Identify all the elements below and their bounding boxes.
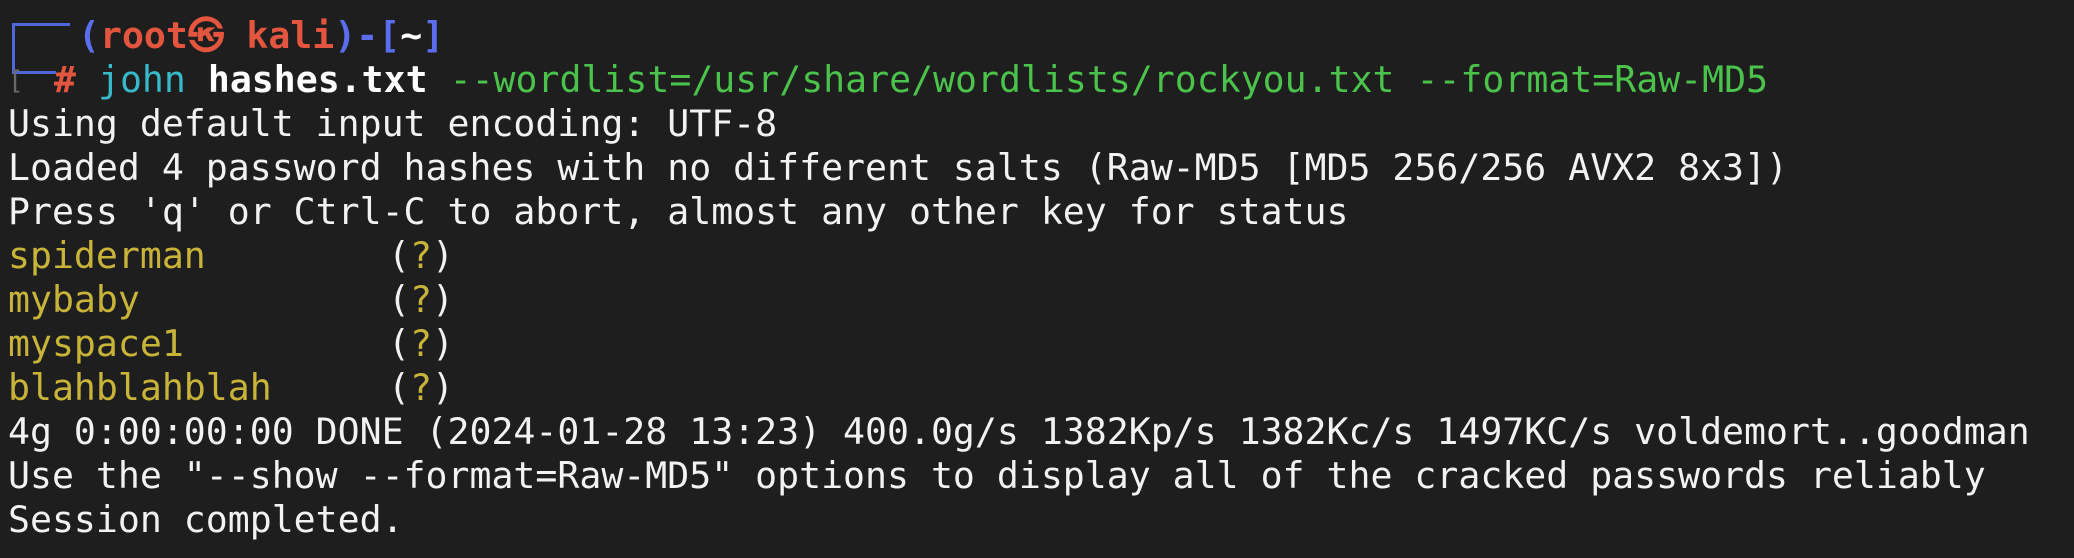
prompt-cwd: ~ [400, 14, 423, 57]
cracked-password: mybaby [8, 278, 140, 321]
cracked-password: spiderman [8, 234, 206, 277]
cracked-password: blahblahblah [8, 366, 272, 409]
cracked-row: mybaby (?) [8, 278, 454, 321]
output-line: Session completed. [8, 498, 404, 541]
prompt-mid: )-[ [334, 14, 401, 57]
command-program: john [97, 58, 186, 101]
terminal-window[interactable]: (root㉿ kali)-[~] [ # john hashes.txt --wo… [0, 0, 2074, 558]
output-line: Press 'q' or Ctrl-C to abort, almost any… [8, 190, 1349, 233]
output-line: Use the "--show --format=Raw-MD5" option… [8, 454, 1986, 497]
output-line: 4g 0:00:00:00 DONE (2024-01-28 13:23) 40… [8, 410, 2030, 453]
cracked-user: ? [409, 322, 432, 365]
command-line[interactable]: [ # john hashes.txt --wordlist=/usr/share… [8, 58, 2074, 102]
cracked-row: spiderman (?) [8, 234, 454, 277]
cracked-row: myspace1 (?) [8, 322, 454, 365]
prompt-close-bracket: ] [422, 14, 445, 57]
cracked-user: ? [409, 278, 432, 321]
cracked-user: ? [409, 366, 432, 409]
cracked-password: myspace1 [8, 322, 184, 365]
output-line: Loaded 4 password hashes with no differe… [8, 146, 1788, 189]
output-line: Using default input encoding: UTF-8 [8, 102, 778, 145]
cracked-user: ? [409, 234, 432, 277]
prompt-user-host: root㉿ kali [99, 14, 335, 57]
prompt-side-bracket: [ [8, 66, 24, 96]
prompt-hash: # [54, 58, 76, 101]
command-args: --wordlist=/usr/share/wordlists/rockyou.… [449, 58, 1769, 101]
prompt-header: (root㉿ kali)-[~] [8, 14, 2074, 58]
prompt-open-paren: ( [78, 14, 100, 57]
cracked-row: blahblahblah (?) [8, 366, 454, 409]
command-file: hashes.txt [207, 58, 428, 101]
